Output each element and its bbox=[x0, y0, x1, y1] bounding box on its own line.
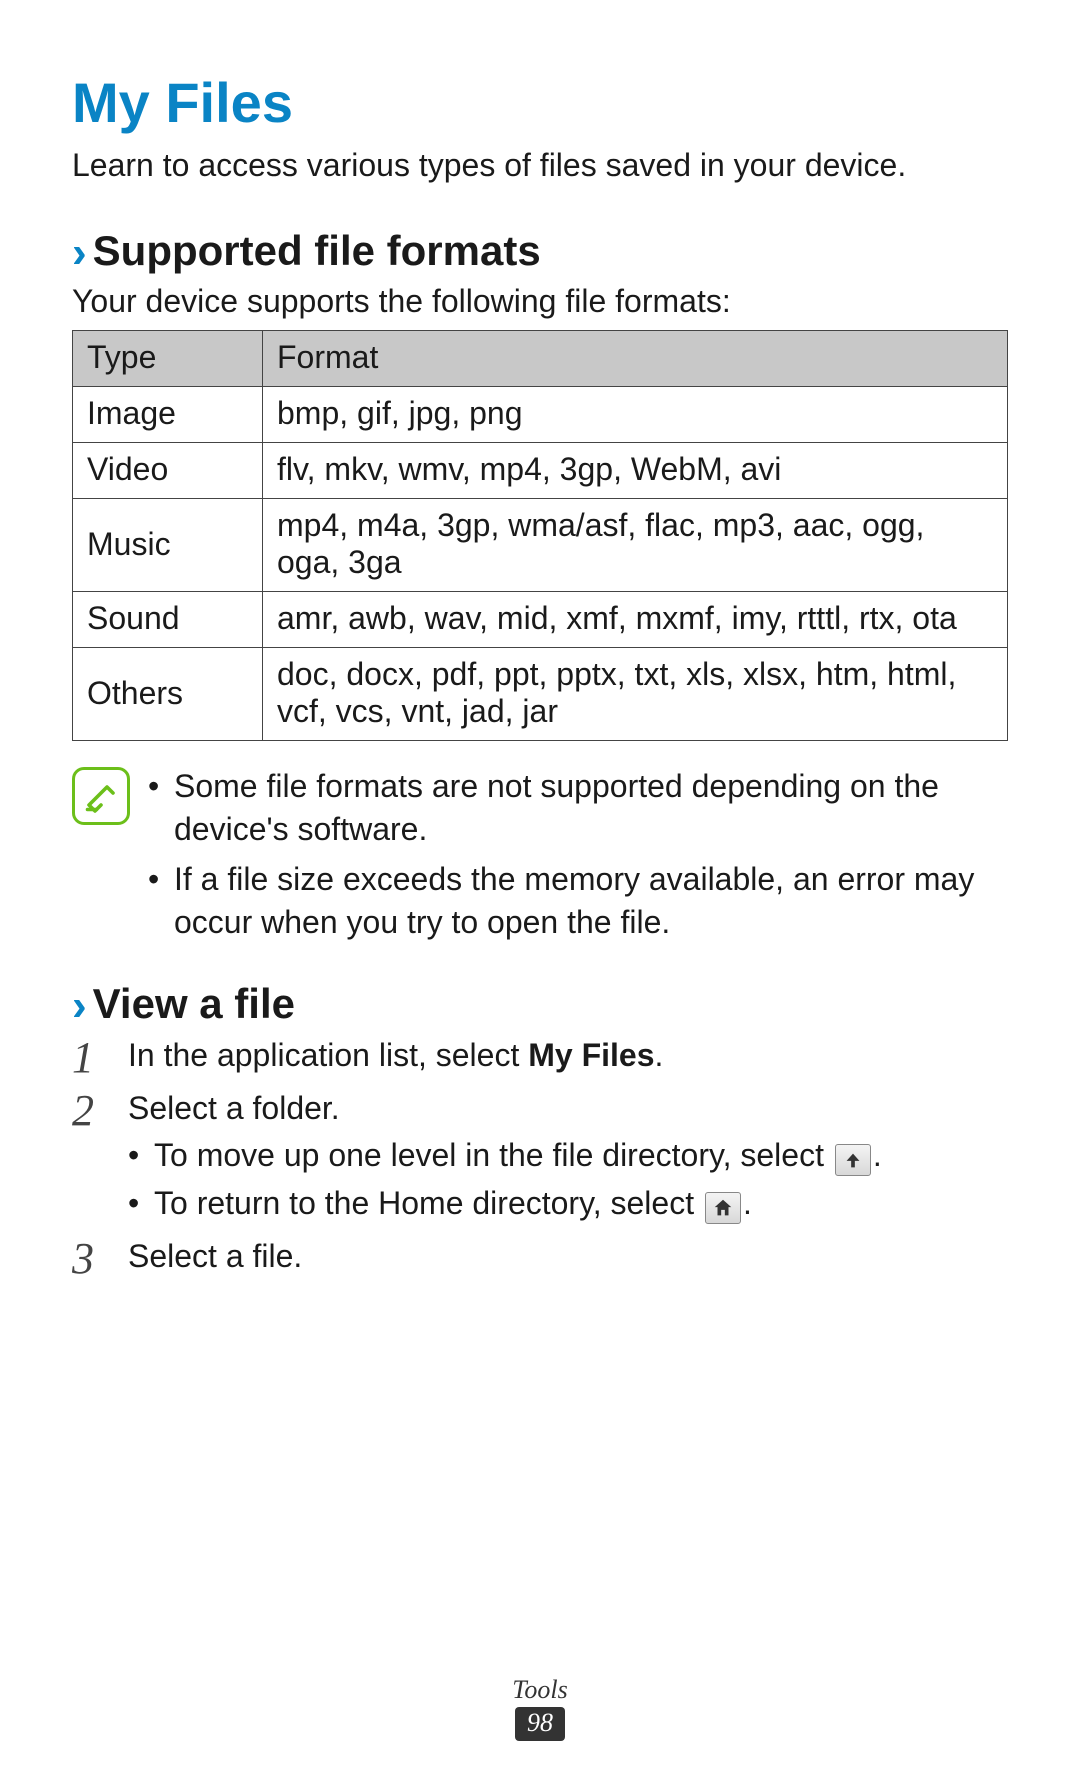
sub-text: . bbox=[873, 1137, 882, 1173]
home-icon bbox=[705, 1192, 741, 1224]
steps-list: 1 In the application list, select My Fil… bbox=[72, 1034, 1008, 1278]
step-item: 3 Select a file. bbox=[72, 1235, 1008, 1278]
up-folder-icon bbox=[835, 1144, 871, 1176]
cell-type: Image bbox=[73, 387, 263, 443]
step-bold: My Files bbox=[528, 1037, 654, 1073]
chevron-icon: › bbox=[72, 984, 87, 1028]
table-row: Others doc, docx, pdf, ppt, pptx, txt, x… bbox=[73, 648, 1008, 741]
sub-bullets: To move up one level in the file directo… bbox=[128, 1134, 1008, 1224]
step-text: Select a folder. bbox=[128, 1090, 340, 1126]
sub-bullet-item: To return to the Home directory, select … bbox=[128, 1182, 1008, 1225]
section-header-formats: › Supported file formats bbox=[72, 227, 1008, 275]
section-title-formats: Supported file formats bbox=[93, 227, 541, 275]
table-row: Music mp4, m4a, 3gp, wma/asf, flac, mp3,… bbox=[73, 499, 1008, 592]
page-footer: Tools 98 bbox=[0, 1675, 1080, 1741]
step-number-icon: 3 bbox=[72, 1229, 94, 1288]
cell-format: bmp, gif, jpg, png bbox=[263, 387, 1008, 443]
cell-type: Music bbox=[73, 499, 263, 592]
table-head-format: Format bbox=[263, 331, 1008, 387]
table-row: Sound amr, awb, wav, mid, xmf, mxmf, imy… bbox=[73, 592, 1008, 648]
cell-type: Others bbox=[73, 648, 263, 741]
section-header-view: › View a file bbox=[72, 980, 1008, 1028]
step-text: In the application list, select bbox=[128, 1037, 528, 1073]
step-item: 1 In the application list, select My Fil… bbox=[72, 1034, 1008, 1077]
footer-page-number: 98 bbox=[515, 1707, 565, 1741]
step-text: Select a file. bbox=[128, 1238, 302, 1274]
step-number-icon: 1 bbox=[72, 1028, 94, 1087]
chevron-icon: › bbox=[72, 231, 87, 275]
footer-section: Tools bbox=[0, 1675, 1080, 1705]
sub-text: To move up one level in the file directo… bbox=[154, 1137, 833, 1173]
step-item: 2 Select a folder. To move up one level … bbox=[72, 1087, 1008, 1225]
formats-body: Your device supports the following file … bbox=[72, 281, 1008, 323]
file-formats-table: Type Format Image bmp, gif, jpg, png Vid… bbox=[72, 330, 1008, 741]
sub-text: . bbox=[743, 1185, 752, 1221]
note-icon bbox=[72, 767, 130, 825]
step-text: . bbox=[654, 1037, 663, 1073]
table-head-type: Type bbox=[73, 331, 263, 387]
step-number-icon: 2 bbox=[72, 1081, 94, 1140]
table-row: Image bmp, gif, jpg, png bbox=[73, 387, 1008, 443]
cell-format: doc, docx, pdf, ppt, pptx, txt, xls, xls… bbox=[263, 648, 1008, 741]
note-item: If a file size exceeds the memory availa… bbox=[148, 858, 1008, 944]
note-block: Some file formats are not supported depe… bbox=[72, 765, 1008, 950]
note-item: Some file formats are not supported depe… bbox=[148, 765, 1008, 851]
cell-format: flv, mkv, wmv, mp4, 3gp, WebM, avi bbox=[263, 443, 1008, 499]
sub-text: To return to the Home directory, select bbox=[154, 1185, 703, 1221]
cell-type: Video bbox=[73, 443, 263, 499]
cell-format: mp4, m4a, 3gp, wma/asf, flac, mp3, aac, … bbox=[263, 499, 1008, 592]
sub-bullet-item: To move up one level in the file directo… bbox=[128, 1134, 1008, 1177]
note-list: Some file formats are not supported depe… bbox=[148, 765, 1008, 950]
table-row: Video flv, mkv, wmv, mp4, 3gp, WebM, avi bbox=[73, 443, 1008, 499]
cell-format: amr, awb, wav, mid, xmf, mxmf, imy, rttt… bbox=[263, 592, 1008, 648]
cell-type: Sound bbox=[73, 592, 263, 648]
page-title: My Files bbox=[72, 70, 1008, 135]
intro-text: Learn to access various types of files s… bbox=[72, 145, 1008, 187]
section-title-view: View a file bbox=[93, 980, 295, 1028]
